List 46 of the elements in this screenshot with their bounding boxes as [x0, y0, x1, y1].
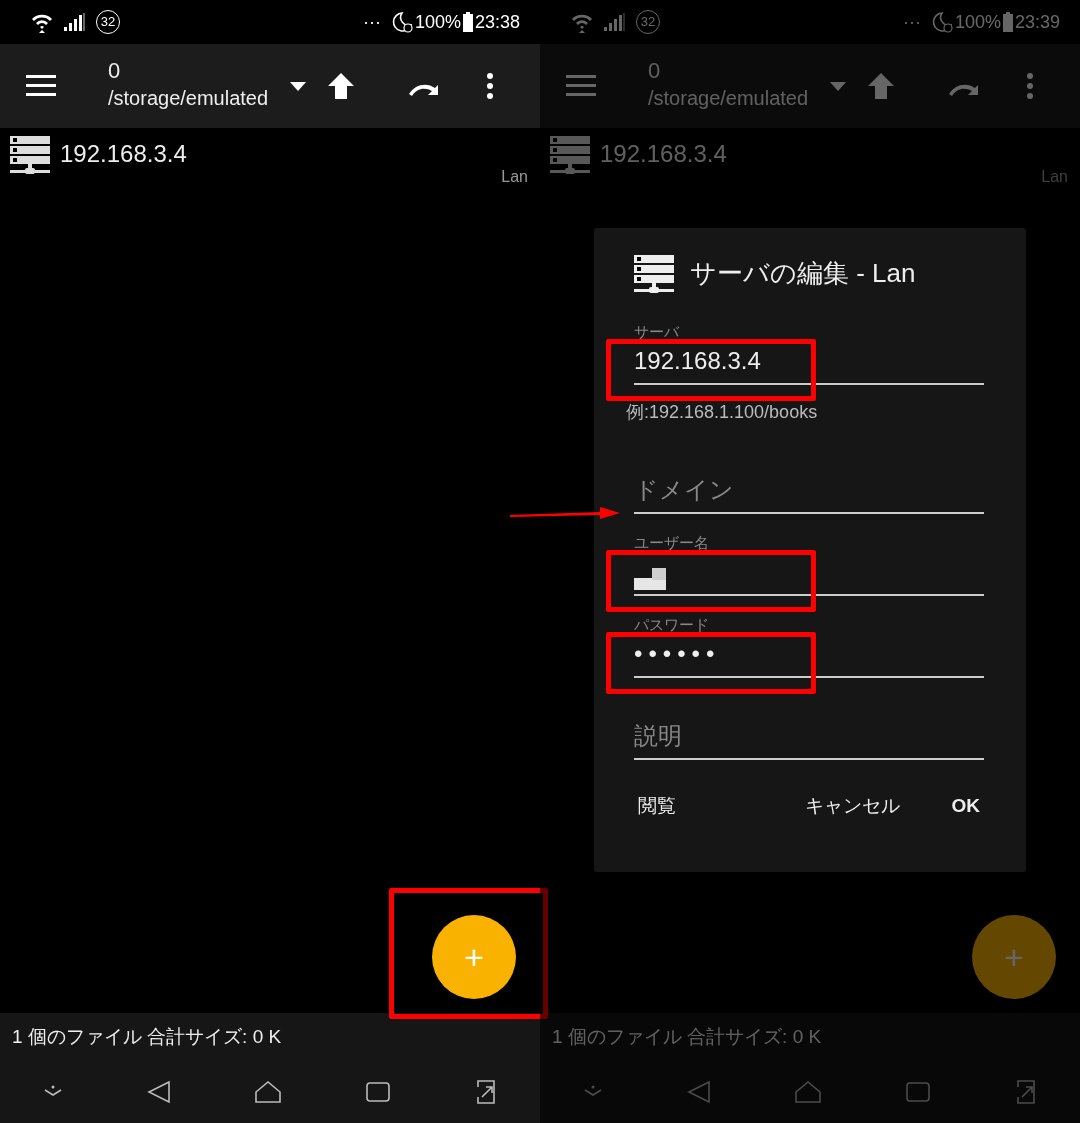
- signal-icon: [64, 13, 86, 31]
- field-label: サーバ: [634, 323, 679, 340]
- dropdown-caret-icon[interactable]: [290, 81, 307, 91]
- server-type: Lan: [1041, 167, 1068, 187]
- folder-path: /storage/emulated: [108, 86, 269, 112]
- up-arrow-icon[interactable]: [328, 73, 355, 99]
- moon-icon: [930, 11, 953, 33]
- server-address: 192.168.3.4: [600, 139, 727, 169]
- folder-title: 0: [648, 58, 662, 84]
- dialog-button[interactable]: OK: [947, 788, 984, 825]
- dialog-title: サーバの編集 - Lan: [690, 257, 916, 290]
- helper-text: 例:192.168.1.100/books: [626, 401, 819, 424]
- input-field[interactable]: 192.168.3.4: [634, 341, 984, 385]
- input-field[interactable]: 説明: [634, 716, 984, 760]
- menu-icon[interactable]: [26, 75, 56, 97]
- battery-level: 100%: [954, 10, 1001, 34]
- file-summary: 1 個のファイル 合計サイズ: 0 K: [0, 1013, 540, 1060]
- battery-icon: [1002, 12, 1013, 32]
- server-list-item[interactable]: 192.168.3.4 Lan: [0, 128, 540, 195]
- moon-icon: [390, 11, 413, 33]
- input-field[interactable]: ドメイン: [634, 470, 984, 514]
- battery-level: 100%: [414, 10, 461, 34]
- server-icon: [634, 254, 674, 293]
- folder-path: /storage/emulated: [648, 86, 809, 112]
- server-icon: [10, 136, 50, 174]
- battery-icon: [462, 12, 473, 32]
- overflow-indicator: ···: [902, 10, 921, 34]
- more-icon[interactable]: [486, 73, 495, 99]
- clock: 23:38: [474, 10, 520, 34]
- clock: 23:39: [1014, 10, 1060, 34]
- overflow-indicator: ···: [362, 10, 381, 34]
- home-icon[interactable]: [253, 1079, 282, 1104]
- signal-icon: [604, 13, 626, 31]
- input-field[interactable]: ••••••: [634, 634, 984, 678]
- dialog-button[interactable]: キャンセル: [800, 788, 904, 825]
- server-address: 192.168.3.4: [60, 139, 187, 169]
- file-summary: 1 個のファイル 合計サイズ: 0 K: [540, 1013, 1080, 1060]
- server-type: Lan: [501, 167, 528, 187]
- field-label: パスワード: [634, 616, 709, 633]
- redaction-mark: [634, 568, 666, 590]
- back-icon[interactable]: [146, 1079, 171, 1104]
- field-label: ユーザー名: [634, 534, 709, 551]
- folder-title: 0: [108, 58, 122, 84]
- server-icon: [550, 136, 590, 174]
- recents-icon[interactable]: [365, 1080, 392, 1103]
- dialog-button[interactable]: 閲覧: [634, 788, 680, 825]
